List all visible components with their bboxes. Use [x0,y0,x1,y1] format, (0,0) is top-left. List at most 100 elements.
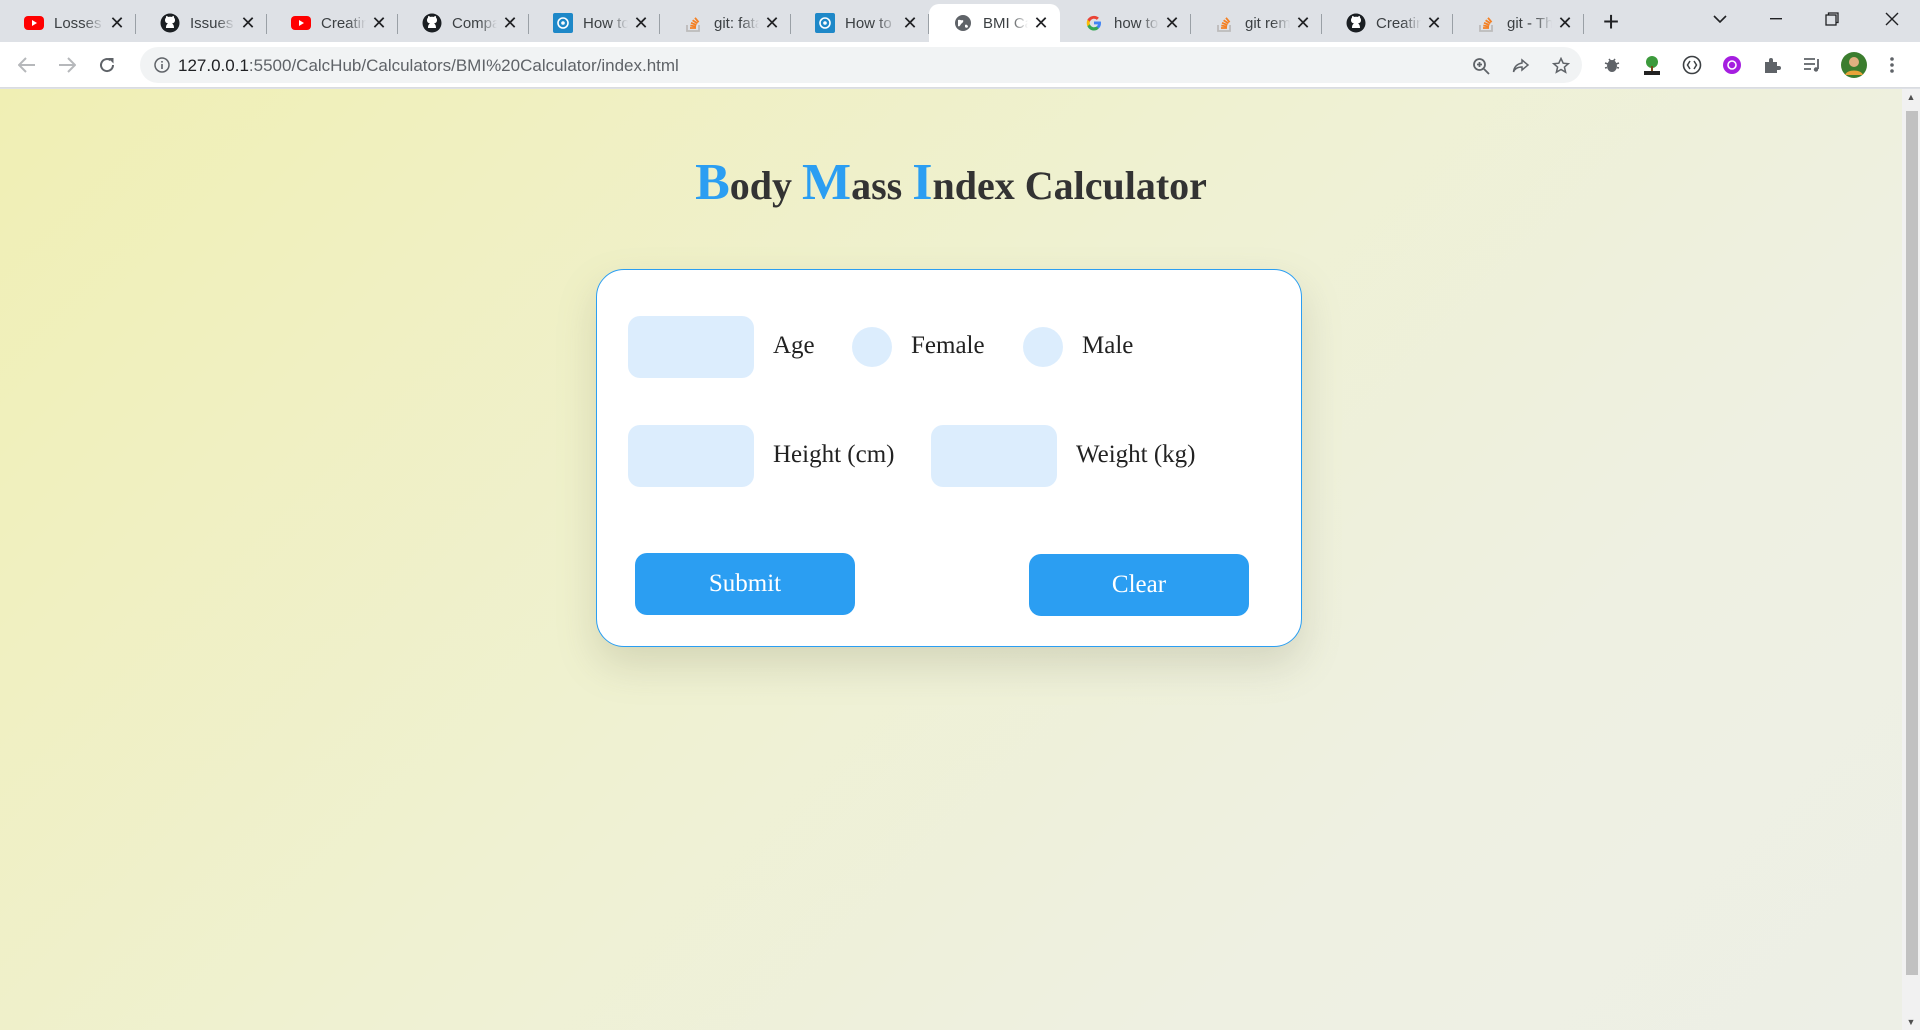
title-initial: M [802,154,852,211]
share-icon[interactable] [1510,55,1532,77]
browser-tab[interactable]: Compar ✕ [398,4,529,42]
profile-avatar[interactable] [1840,51,1868,79]
title-word: ndex Calculator [932,163,1207,208]
close-tab-icon[interactable]: ✕ [370,14,388,32]
tab-title: git rem [1245,14,1290,32]
reload-icon[interactable] [92,50,122,80]
close-tab-icon[interactable]: ✕ [632,14,650,32]
weight-input[interactable] [931,425,1057,487]
browser-tab[interactable]: git rem ✕ [1191,4,1322,42]
devtools-extension-icon[interactable] [1680,53,1704,77]
vertical-scrollbar[interactable]: ▲ ▼ [1902,89,1920,1030]
bug-extension-icon[interactable] [1600,53,1624,77]
tab-separator [1583,14,1584,34]
age-input[interactable] [628,316,754,378]
stackoverflow-icon [1215,13,1235,33]
browser-tab[interactable]: Creating ✕ [267,4,398,42]
close-tab-icon[interactable]: ✕ [108,14,126,32]
stackoverflow-icon [1477,13,1497,33]
google-icon [1084,13,1104,33]
tab-title: git - Th [1507,14,1552,32]
male-radio[interactable] [1023,327,1063,367]
submit-button[interactable]: Submit [635,553,855,615]
title-word: ody [729,163,802,208]
site-icon [553,13,573,33]
title-initial: B [695,154,730,211]
height-input[interactable] [628,425,754,487]
browser-tab[interactable]: How to ✕ [791,4,929,42]
close-tab-icon[interactable]: ✕ [1163,14,1181,32]
github-icon [160,13,180,33]
close-tab-icon[interactable]: ✕ [1425,14,1443,32]
restore-icon[interactable] [1804,0,1860,38]
tab-title: Compar [452,14,497,32]
close-tab-icon[interactable]: ✕ [501,14,519,32]
browser-tab[interactable]: Creatin ✕ [1322,4,1453,42]
back-icon[interactable] [12,50,42,80]
close-tab-icon[interactable]: ✕ [1032,14,1050,32]
tab-title: BMI Cal [983,14,1028,32]
purple-extension-icon[interactable] [1720,53,1744,77]
tab-title: Losses | [54,14,104,32]
youtube-icon [24,13,44,33]
address-bar[interactable]: 127.0.0.1:5500/CalcHub/Calculators/BMI%2… [140,47,1582,83]
title-word: ass [851,163,913,208]
minimize-icon[interactable] [1748,0,1804,38]
browser-tab[interactable]: Issues · ✕ [136,4,267,42]
weight-label: Weight (kg) [1076,441,1196,468]
tab-title: how to [1114,14,1159,32]
tree-extension-icon[interactable] [1640,53,1664,77]
scrollbar-thumb[interactable] [1906,111,1918,975]
male-label: Male [1082,332,1134,359]
page-title: Body Mass Index Calculator [0,153,1902,212]
globe-icon [953,13,973,33]
tab-title: How to [845,14,892,32]
scroll-up-icon[interactable]: ▲ [1902,89,1920,105]
new-tab-button[interactable]: + [1596,8,1626,38]
close-tab-icon[interactable]: ✕ [901,14,919,32]
browser-tab[interactable]: git: fata ✕ [660,4,791,42]
url-host: 127.0.0.1 [178,56,249,75]
female-radio[interactable] [852,327,892,367]
browser-tab[interactable]: Losses | ✕ [0,4,136,42]
url-text[interactable]: 127.0.0.1:5500/CalcHub/Calculators/BMI%2… [178,56,679,76]
close-window-icon[interactable] [1864,0,1920,38]
site-info-icon[interactable] [152,55,172,75]
close-tab-icon[interactable]: ✕ [1556,14,1574,32]
bookmark-star-icon[interactable] [1550,55,1572,77]
browser-tab[interactable]: How to ✕ [529,4,660,42]
media-control-icon[interactable] [1800,53,1824,77]
browser-tab-active[interactable]: BMI Cal ✕ [929,4,1060,42]
close-tab-icon[interactable]: ✕ [763,14,781,32]
page-viewport: Body Mass Index Calculator Age Female Ma… [0,89,1902,1030]
url-path: :5500/CalcHub/Calculators/BMI%20Calculat… [248,56,679,75]
browser-tab[interactable]: how to ✕ [1060,4,1191,42]
tab-title: git: fata [714,14,759,32]
bmi-form-card: Age Female Male Height (cm) Weight (kg) … [596,269,1302,647]
forward-icon[interactable] [52,50,82,80]
tab-strip: Losses | ✕ Issues · ✕ Creating ✕ Compar … [0,0,1920,42]
browser-tab[interactable]: git - Th ✕ [1453,4,1584,42]
title-initial: I [912,154,933,211]
close-tab-icon[interactable]: ✕ [1294,14,1312,32]
browser-toolbar: 127.0.0.1:5500/CalcHub/Calculators/BMI%2… [0,42,1920,88]
github-icon [1346,13,1366,33]
extensions-puzzle-icon[interactable] [1760,53,1784,77]
clear-button[interactable]: Clear [1029,554,1249,616]
github-icon [422,13,442,33]
zoom-icon[interactable] [1470,55,1492,77]
height-label: Height (cm) [773,441,895,468]
tab-search-icon[interactable] [1692,0,1748,38]
menu-kebab-icon[interactable] [1880,53,1904,77]
close-tab-icon[interactable]: ✕ [239,14,257,32]
tab-title: Creatin [1376,14,1421,32]
scroll-down-icon[interactable]: ▼ [1902,1014,1920,1030]
stackoverflow-icon [684,13,704,33]
age-label: Age [773,332,815,359]
youtube-icon [291,13,311,33]
tab-title: Issues · [190,14,235,32]
female-label: Female [911,332,985,359]
tab-title: Creating [321,14,366,32]
tab-title: How to [583,14,628,32]
site-icon [815,13,835,33]
